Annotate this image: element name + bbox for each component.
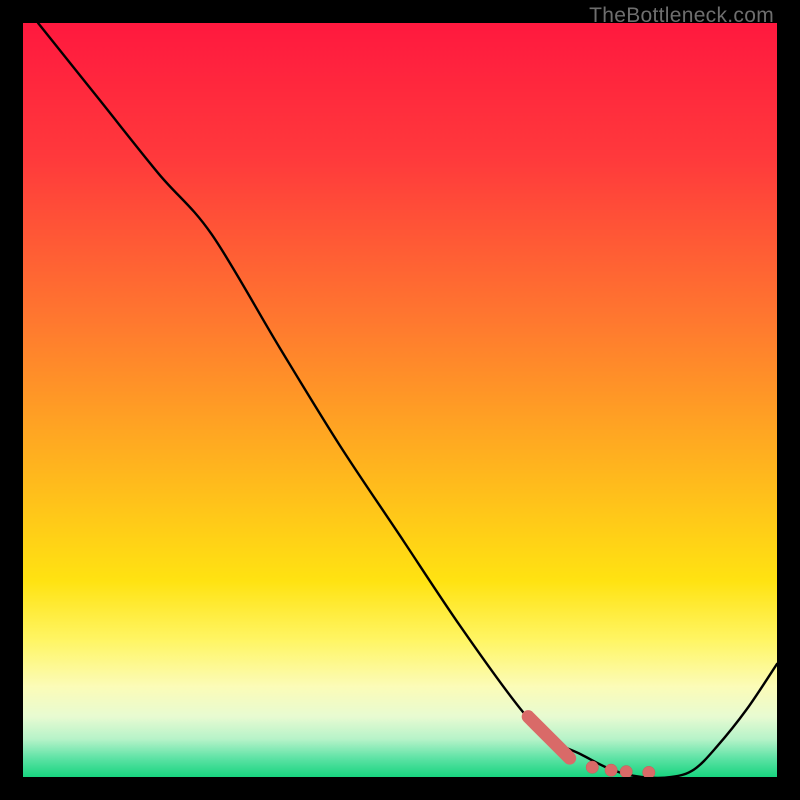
plot-area — [23, 23, 777, 777]
background-gradient — [23, 23, 777, 777]
watermark-text: TheBottleneck.com — [589, 4, 774, 28]
